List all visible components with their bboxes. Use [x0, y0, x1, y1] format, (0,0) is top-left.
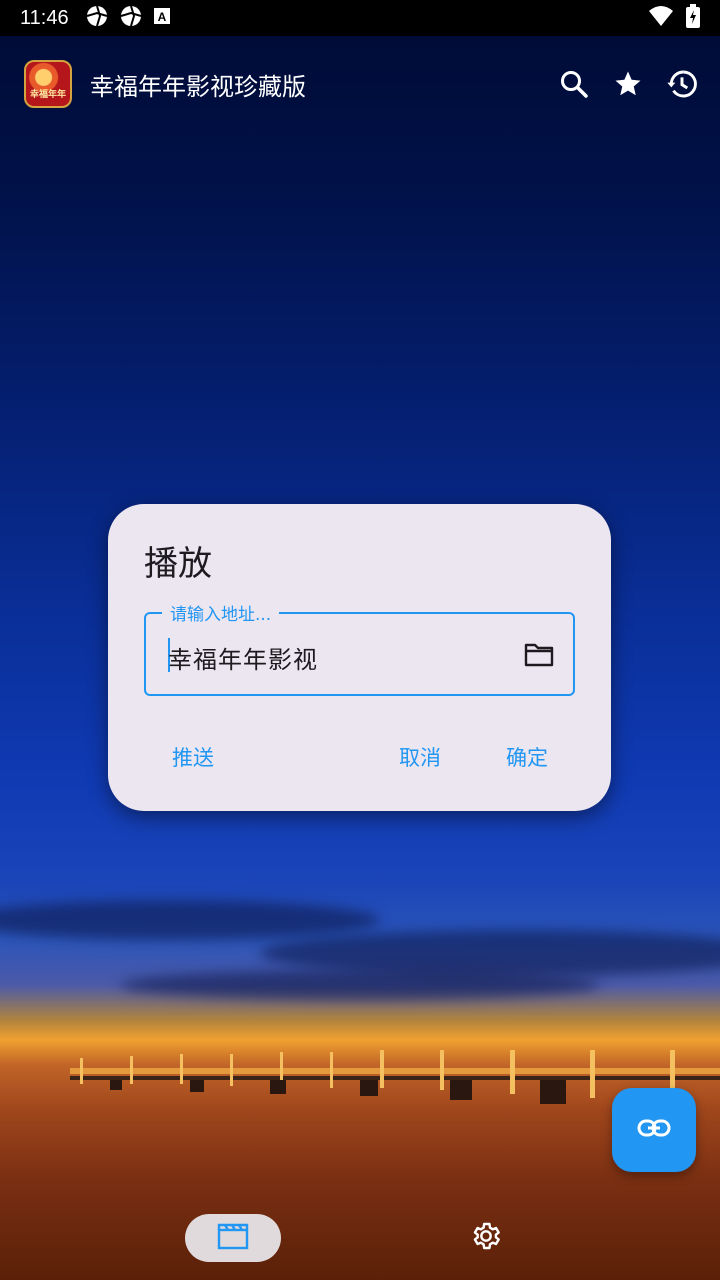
status-time: 11:46 — [20, 6, 69, 29]
link-fab-button[interactable] — [612, 1088, 696, 1172]
gear-icon — [470, 1220, 502, 1256]
link-icon — [637, 1118, 671, 1142]
battery-charging-icon — [686, 4, 700, 32]
dialog-title: 播放 — [144, 544, 212, 584]
push-button[interactable]: 推送 — [164, 736, 222, 778]
address-input-label: 请输入地址... — [162, 600, 280, 625]
app-title: 幸福年年影视珍藏版 — [90, 72, 306, 101]
nav-settings[interactable] — [462, 1214, 510, 1262]
clapperboard-icon — [217, 1222, 249, 1254]
aperture-icon — [119, 4, 143, 32]
address-input[interactable]: 请输入地址... 幸福年年影视 — [144, 600, 575, 696]
aperture-icon — [85, 4, 109, 32]
play-dialog: 播放 请输入地址... 幸福年年影视 推送 取消 确定 — [108, 504, 611, 811]
status-bar: 11:46 A — [0, 0, 720, 36]
app-logo: 幸福年年 — [24, 60, 72, 108]
folder-icon[interactable] — [523, 638, 555, 670]
cancel-button[interactable]: 取消 — [391, 736, 449, 778]
svg-text:A: A — [157, 10, 166, 24]
search-icon[interactable] — [558, 68, 590, 100]
confirm-button[interactable]: 确定 — [498, 736, 556, 778]
app-bar: 幸福年年 幸福年年影视珍藏版 — [0, 36, 720, 132]
star-icon[interactable] — [612, 68, 644, 100]
nav-movies[interactable] — [185, 1214, 281, 1262]
wifi-icon — [648, 5, 674, 31]
address-input-value[interactable]: 幸福年年影视 — [168, 640, 318, 675]
history-icon[interactable] — [666, 68, 698, 100]
app-logo-text: 幸福年年 — [29, 90, 66, 100]
keyboard-a-icon: A — [153, 7, 171, 29]
